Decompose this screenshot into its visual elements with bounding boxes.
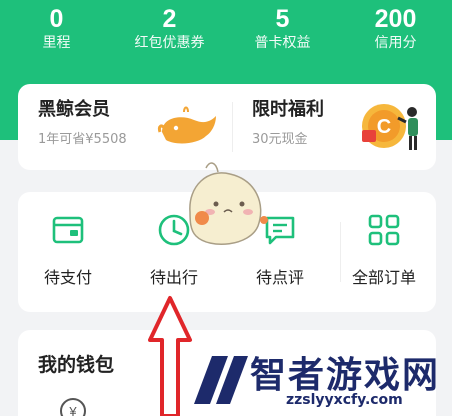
order-label: 待出行: [149, 268, 198, 287]
stats-row: 0 里程 2 红包优惠券 5 普卡权益 200 信用分: [0, 4, 452, 60]
promo-card: 黑鲸会员 1年可省¥5508 限时福利 30元现金 C: [18, 84, 436, 170]
stat-value: 200: [374, 5, 417, 33]
stat-value: 0: [49, 5, 64, 33]
order-all[interactable]: 全部订单: [334, 212, 434, 288]
yen-coin-icon: ¥: [60, 398, 86, 416]
order-label: 待点评: [255, 268, 304, 287]
svg-text:C: C: [377, 116, 391, 138]
order-pending-payment[interactable]: 待支付: [18, 212, 118, 288]
svg-text:¥: ¥: [68, 404, 77, 416]
watermark: 智者游戏网 zzslyyxcfy.com: [190, 340, 452, 416]
stat-label: 里程: [42, 35, 71, 51]
coin-reward-icon: C: [362, 104, 418, 150]
wallet-icon: [52, 216, 84, 244]
mascot-icon: [189, 162, 268, 246]
stat-card-benefits[interactable]: 5 普卡权益: [226, 4, 339, 60]
stat-credit-score[interactable]: 200 信用分: [339, 4, 452, 60]
stat-value: 2: [162, 5, 177, 33]
watermark-logo-icon: [194, 356, 248, 404]
stat-coupons[interactable]: 2 红包优惠券: [113, 4, 226, 60]
stat-label: 普卡权益: [254, 35, 311, 51]
order-label: 全部订单: [351, 268, 416, 287]
watermark-title: 智者游戏网: [250, 355, 441, 396]
stat-label: 红包优惠券: [134, 35, 205, 51]
order-label: 待支付: [43, 268, 92, 287]
grid-icon: [368, 214, 400, 246]
stat-value: 5: [275, 5, 290, 33]
stat-label: 信用分: [374, 35, 417, 51]
wallet-title: 我的钱包: [38, 354, 115, 376]
watermark-url: zzslyyxcfy.com: [286, 392, 403, 408]
whale-icon: [158, 106, 216, 144]
stat-mileage[interactable]: 0 里程: [0, 4, 113, 60]
